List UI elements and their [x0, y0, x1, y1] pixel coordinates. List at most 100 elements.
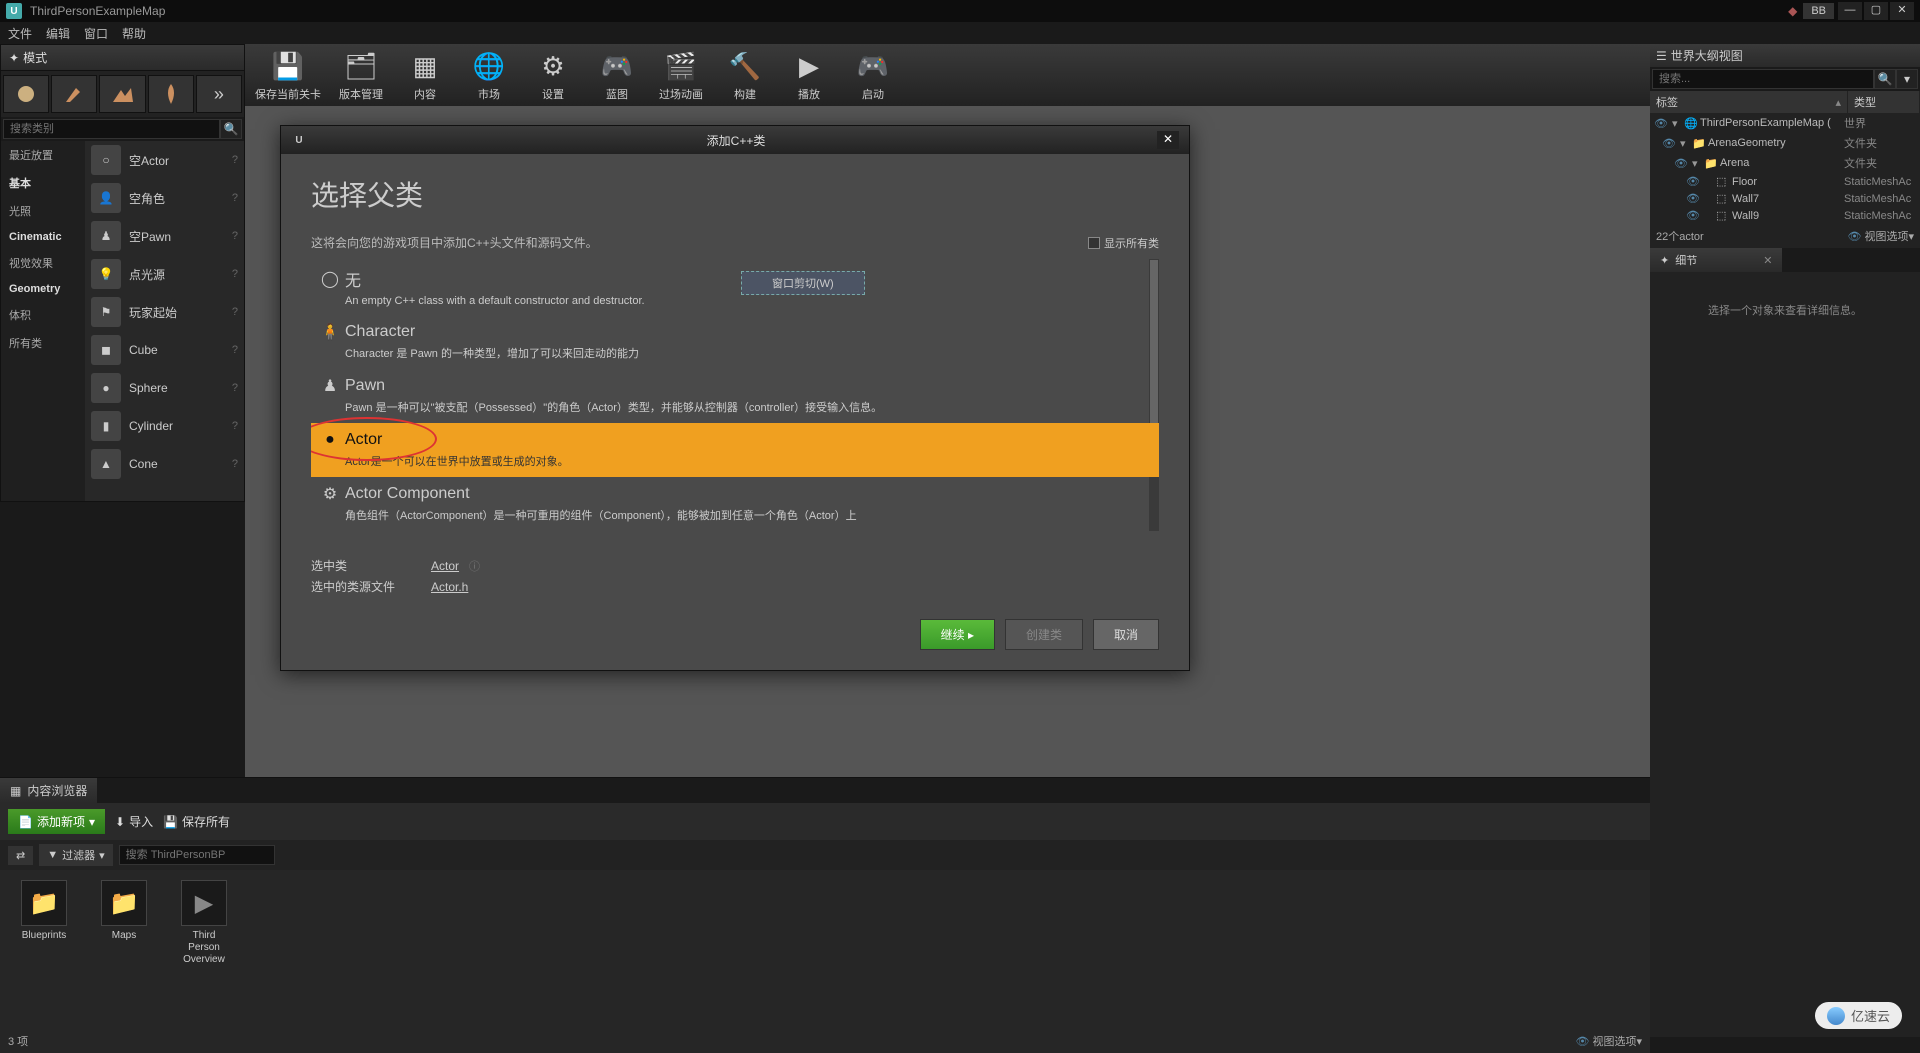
mode-foliage-icon[interactable]: [148, 75, 194, 113]
placeable-actor-item[interactable]: ▲Cone?: [85, 445, 244, 483]
save-all-button[interactable]: 💾 保存所有: [163, 813, 230, 830]
outliner-row[interactable]: 👁▾🌐ThirdPersonExampleMap (世界: [1650, 113, 1920, 133]
toolbar-launch-button[interactable]: 🎮启动: [849, 48, 897, 102]
outliner-row[interactable]: 👁▾📁ArenaGeometry文件夹: [1650, 133, 1920, 153]
menu-file[interactable]: 文件: [8, 25, 32, 42]
mode-more-icon[interactable]: »: [196, 75, 242, 113]
toolbar-settings-button[interactable]: ⚙设置: [529, 48, 577, 102]
toolbar-content-button[interactable]: ▦内容: [401, 48, 449, 102]
modes-search-input[interactable]: [3, 119, 220, 139]
visibility-icon[interactable]: 👁: [1686, 175, 1704, 188]
outliner-search-input[interactable]: [1652, 69, 1874, 89]
help-icon[interactable]: ?: [232, 192, 238, 204]
help-icon[interactable]: ?: [232, 154, 238, 166]
category-item[interactable]: 视觉效果: [1, 249, 85, 277]
toolbar-cine-button[interactable]: 🎬过场动画: [657, 48, 705, 102]
outliner-row[interactable]: 👁⬚Wall7StaticMeshAc: [1650, 190, 1920, 207]
toolbar-source-button[interactable]: 🗂版本管理: [337, 48, 385, 102]
actor-thumb-icon: ○: [91, 145, 121, 175]
dialog-close-button[interactable]: ✕: [1157, 131, 1179, 149]
placeable-actor-item[interactable]: ♟空Pawn?: [85, 217, 244, 255]
add-new-button[interactable]: 📄 添加新项 ▾: [8, 809, 105, 834]
parent-class-item[interactable]: ⚙Actor Component角色组件（ActorComponent）是一种可…: [311, 477, 1159, 531]
user-badge[interactable]: BB: [1803, 3, 1834, 19]
help-icon[interactable]: ?: [232, 420, 238, 432]
help-icon[interactable]: ?: [232, 458, 238, 470]
toolbar-market-button[interactable]: 🌐市场: [465, 48, 513, 102]
category-item[interactable]: 光照: [1, 197, 85, 225]
cancel-button[interactable]: 取消: [1093, 619, 1159, 650]
mode-place-icon[interactable]: [3, 75, 49, 113]
close-window-button[interactable]: ✕: [1890, 2, 1914, 20]
details-tab[interactable]: ✦ 细节 ✕: [1650, 248, 1782, 272]
expand-icon[interactable]: ▾: [1692, 157, 1704, 170]
outliner-options-icon[interactable]: ▾: [1896, 69, 1918, 89]
col-type[interactable]: 类型: [1848, 91, 1920, 113]
menu-help[interactable]: 帮助: [122, 25, 146, 42]
show-all-classes-checkbox[interactable]: 显示所有类: [1088, 235, 1159, 251]
category-item[interactable]: 基本: [1, 169, 85, 197]
parent-class-item[interactable]: ●ActorActor是一个可以在世界中放置或生成的对象。: [311, 423, 1159, 477]
toolbar-play-button[interactable]: ▶播放: [785, 48, 833, 102]
outliner-row[interactable]: 👁▾📁Arena文件夹: [1650, 153, 1920, 173]
col-label[interactable]: 标签: [1656, 94, 1678, 110]
placeable-actor-item[interactable]: ▮Cylinder?: [85, 407, 244, 445]
maximize-button[interactable]: ▢: [1864, 2, 1888, 20]
content-browser-tab[interactable]: ▦ 内容浏览器: [0, 778, 97, 803]
search-icon[interactable]: 🔍: [1874, 69, 1896, 89]
help-icon[interactable]: ?: [232, 230, 238, 242]
placeable-actor-item[interactable]: 👤空角色?: [85, 179, 244, 217]
help-icon[interactable]: ⓘ: [469, 558, 480, 574]
placeable-actor-item[interactable]: ○空Actor?: [85, 141, 244, 179]
parent-class-item[interactable]: 🧍CharacterCharacter 是 Pawn 的一种类型，增加了可以来回…: [311, 315, 1159, 369]
parent-class-item[interactable]: ◯无An empty C++ class with a default cons…: [311, 259, 1159, 315]
visibility-icon[interactable]: 👁: [1662, 137, 1680, 150]
content-item[interactable]: 📁Maps: [92, 880, 156, 966]
mode-paint-icon[interactable]: [51, 75, 97, 113]
expand-icon[interactable]: ▾: [1680, 137, 1692, 150]
category-item[interactable]: Cinematic: [1, 225, 85, 249]
modes-panel-tab[interactable]: ✦ 模式: [1, 45, 244, 71]
category-item[interactable]: 所有类: [1, 329, 85, 357]
expand-icon[interactable]: ▾: [1672, 117, 1684, 130]
placeable-actor-item[interactable]: ●Sphere?: [85, 369, 244, 407]
parent-class-item[interactable]: ♟PawnPawn 是一种可以"被支配（Possessed）"的角色（Actor…: [311, 369, 1159, 423]
placeable-actor-item[interactable]: ⚑玩家起始?: [85, 293, 244, 331]
placeable-actor-item[interactable]: 💡点光源?: [85, 255, 244, 293]
selected-file-value[interactable]: Actor.h: [431, 580, 468, 594]
visibility-icon[interactable]: 👁: [1686, 209, 1704, 222]
content-search-input[interactable]: [119, 845, 275, 865]
visibility-icon[interactable]: 👁: [1686, 192, 1704, 205]
toolbar-save-button[interactable]: 💾保存当前关卡: [255, 48, 321, 102]
help-icon[interactable]: ?: [232, 382, 238, 394]
next-button[interactable]: 继续 ▸: [920, 619, 995, 650]
outliner-row[interactable]: 👁⬚Wall9StaticMeshAc: [1650, 207, 1920, 224]
mode-landscape-icon[interactable]: [99, 75, 145, 113]
help-icon[interactable]: ?: [232, 344, 238, 356]
path-toggle-button[interactable]: ⇄: [8, 846, 33, 865]
category-item[interactable]: Geometry: [1, 277, 85, 301]
filter-button[interactable]: ▼过滤器 ▾: [39, 844, 112, 866]
menu-window[interactable]: 窗口: [84, 25, 108, 42]
help-icon[interactable]: ?: [232, 268, 238, 280]
content-browser: ▦ 内容浏览器 📄 添加新项 ▾ ⬇ 导入 💾 保存所有 ⇄ ▼过滤器 ▾ 📁B…: [0, 777, 1650, 1053]
close-tab-icon[interactable]: ✕: [1763, 254, 1772, 267]
minimize-button[interactable]: —: [1838, 2, 1862, 20]
menu-edit[interactable]: 编辑: [46, 25, 70, 42]
source-control-icon[interactable]: ◆: [1788, 4, 1797, 18]
help-icon[interactable]: ?: [232, 306, 238, 318]
category-item[interactable]: 最近放置: [1, 141, 85, 169]
outliner-view-options[interactable]: 👁 视图选项▾: [1847, 228, 1914, 244]
content-item[interactable]: ▶ThirdPersonOverview: [172, 880, 236, 966]
outliner-row[interactable]: 👁⬚FloorStaticMeshAc: [1650, 173, 1920, 190]
category-item[interactable]: 体积: [1, 301, 85, 329]
toolbar-blueprint-button[interactable]: 🎮蓝图: [593, 48, 641, 102]
search-icon[interactable]: 🔍: [220, 119, 242, 139]
content-item[interactable]: 📁Blueprints: [12, 880, 76, 966]
placeable-actor-item[interactable]: ◼Cube?: [85, 331, 244, 369]
visibility-icon[interactable]: 👁: [1674, 157, 1692, 170]
content-view-options[interactable]: 👁 视图选项▾: [1575, 1033, 1642, 1049]
import-button[interactable]: ⬇ 导入: [115, 813, 153, 830]
visibility-icon[interactable]: 👁: [1654, 117, 1672, 130]
toolbar-build-button[interactable]: 🔨构建: [721, 48, 769, 102]
